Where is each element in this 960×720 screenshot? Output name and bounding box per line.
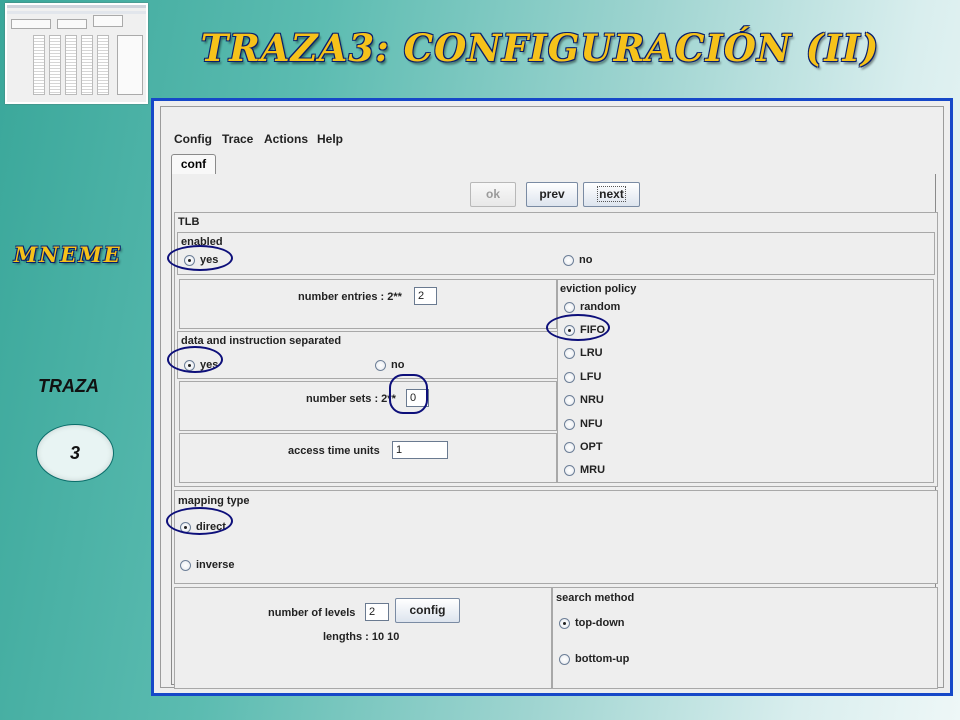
eviction-option-label: NFU bbox=[580, 418, 603, 430]
radio-unselected-icon bbox=[375, 359, 386, 371]
eviction-option-label: MRU bbox=[580, 464, 606, 476]
config-button[interactable]: config bbox=[395, 598, 460, 623]
access-time-field[interactable]: 1 bbox=[392, 441, 448, 459]
eviction-lfu-radio[interactable]: LFU bbox=[564, 371, 601, 383]
mapping-option-label: inverse bbox=[196, 559, 235, 571]
prev-button-label: prev bbox=[539, 187, 565, 201]
eviction-policy-label: eviction policy bbox=[560, 283, 637, 295]
eviction-policy-panel: eviction policy random FIFO LRU LFU NRU … bbox=[557, 279, 934, 483]
mapping-direct-radio[interactable]: direct bbox=[180, 521, 226, 533]
radio-unselected-icon bbox=[564, 394, 575, 406]
enabled-label: enabled bbox=[181, 236, 223, 248]
radio-unselected-icon bbox=[563, 254, 574, 266]
eviction-mru-radio[interactable]: MRU bbox=[564, 464, 605, 476]
search-bottom-up-radio[interactable]: bottom-up bbox=[559, 653, 629, 665]
radio-unselected-icon bbox=[564, 371, 575, 383]
mapping-inverse-radio[interactable]: inverse bbox=[180, 559, 235, 571]
mapping-option-label: direct bbox=[196, 521, 226, 533]
radio-selected-icon bbox=[564, 324, 575, 336]
eviction-fifo-radio[interactable]: FIFO bbox=[564, 324, 605, 336]
eviction-option-label: LRU bbox=[580, 347, 603, 359]
radio-selected-icon bbox=[559, 617, 570, 629]
ok-button[interactable]: ok bbox=[470, 182, 516, 207]
search-option-label: bottom-up bbox=[575, 653, 630, 665]
radio-unselected-icon bbox=[559, 653, 570, 665]
radio-unselected-icon bbox=[564, 418, 575, 430]
search-option-label: top-down bbox=[575, 617, 625, 629]
number-entries-field[interactable]: 2 bbox=[414, 287, 437, 305]
number-sets-label: number sets : 2** bbox=[306, 393, 396, 405]
separated-yes-radio[interactable]: yes bbox=[184, 359, 218, 371]
radio-selected-icon bbox=[184, 254, 195, 266]
menu-trace[interactable]: Trace bbox=[222, 132, 253, 146]
radio-unselected-icon bbox=[564, 464, 575, 476]
access-time-label: access time units bbox=[288, 445, 380, 457]
eviction-lru-radio[interactable]: LRU bbox=[564, 347, 603, 359]
eviction-option-label: NRU bbox=[580, 394, 604, 406]
next-button-label: next bbox=[597, 186, 626, 202]
eviction-option-label: OPT bbox=[580, 441, 603, 453]
separated-yes-label: yes bbox=[200, 359, 219, 371]
enabled-no-label: no bbox=[579, 254, 593, 266]
number-of-levels-field[interactable]: 2 bbox=[365, 603, 389, 621]
menu-actions[interactable]: Actions bbox=[264, 132, 308, 146]
conf-panel: ok prev next TLB enabled yes no number e… bbox=[171, 174, 938, 689]
radio-selected-icon bbox=[184, 359, 195, 371]
levels-panel: number of levels 2 config lengths : 10 1… bbox=[174, 587, 552, 689]
mapping-type-panel: mapping type direct inverse bbox=[174, 490, 938, 584]
radio-unselected-icon bbox=[564, 441, 575, 453]
radio-selected-icon bbox=[180, 521, 191, 533]
config-button-label: config bbox=[409, 603, 446, 617]
next-button[interactable]: next bbox=[583, 182, 640, 207]
eviction-option-label: random bbox=[580, 301, 621, 313]
window-body: Config Trace Actions Help conf ok prev n… bbox=[160, 106, 944, 689]
menu-config[interactable]: Config bbox=[174, 132, 212, 146]
radio-unselected-icon bbox=[180, 559, 191, 571]
number-sets-panel: number sets : 2** 0 bbox=[179, 381, 557, 431]
eviction-option-label: LFU bbox=[580, 371, 602, 383]
lengths-text: lengths : 10 10 bbox=[323, 631, 400, 643]
menu-help[interactable]: Help bbox=[317, 132, 343, 146]
ok-button-label: ok bbox=[485, 187, 500, 201]
access-time-panel: access time units 1 bbox=[179, 433, 557, 483]
eviction-nru-radio[interactable]: NRU bbox=[564, 394, 604, 406]
search-method-panel: search method top-down bottom-up bbox=[552, 587, 938, 689]
number-entries-label: number entries : 2** bbox=[298, 291, 402, 303]
radio-unselected-icon bbox=[564, 347, 575, 359]
enabled-panel: enabled yes no bbox=[177, 232, 935, 275]
section-label: TRAZA bbox=[38, 376, 99, 396]
number-sets-field[interactable]: 0 bbox=[406, 389, 429, 407]
eviction-nfu-radio[interactable]: NFU bbox=[564, 418, 603, 430]
separated-no-label: no bbox=[391, 359, 405, 371]
eviction-opt-radio[interactable]: OPT bbox=[564, 441, 603, 453]
number-entries-panel: number entries : 2** 2 bbox=[179, 279, 557, 329]
prev-button[interactable]: prev bbox=[526, 182, 578, 207]
step-number-badge: 3 bbox=[36, 424, 114, 482]
enabled-yes-label: yes bbox=[200, 254, 219, 266]
radio-unselected-icon bbox=[564, 301, 575, 313]
app-window: Config Trace Actions Help conf ok prev n… bbox=[151, 98, 953, 696]
enabled-no-radio[interactable]: no bbox=[563, 254, 592, 266]
eviction-random-radio[interactable]: random bbox=[564, 301, 620, 313]
separated-no-radio[interactable]: no bbox=[375, 359, 404, 371]
side-title: MNEME bbox=[14, 242, 122, 267]
step-number: 3 bbox=[69, 442, 80, 463]
tab-conf[interactable]: conf bbox=[171, 154, 216, 174]
separated-panel: data and instruction separated yes no bbox=[177, 331, 559, 379]
mapping-type-label: mapping type bbox=[178, 495, 250, 507]
tlb-section: TLB enabled yes no number entries : 2** … bbox=[174, 212, 938, 487]
slide-title: TRAZA3: CONFIGURACIÓN (II) bbox=[200, 26, 880, 70]
separated-label: data and instruction separated bbox=[181, 335, 342, 347]
search-method-label: search method bbox=[556, 592, 635, 604]
number-of-levels-label: number of levels bbox=[268, 607, 356, 619]
enabled-yes-radio[interactable]: yes bbox=[184, 254, 218, 266]
eviction-option-label: FIFO bbox=[580, 324, 606, 336]
tlb-label: TLB bbox=[178, 216, 200, 228]
screenshot-thumbnail bbox=[5, 3, 148, 104]
search-top-down-radio[interactable]: top-down bbox=[559, 617, 624, 629]
